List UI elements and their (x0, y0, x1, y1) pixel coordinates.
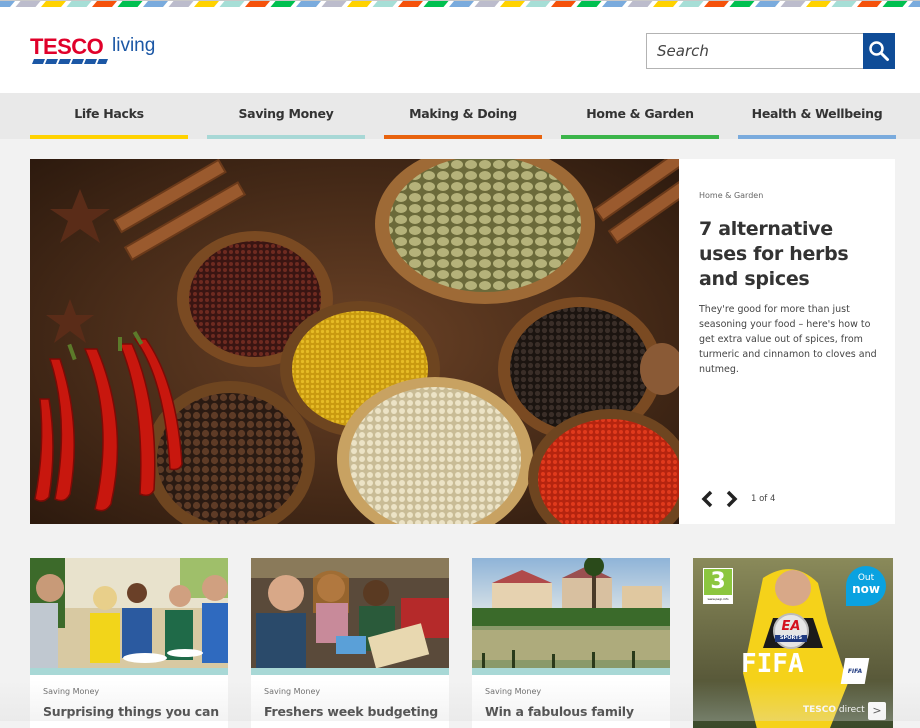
carousel-prev-button[interactable] (699, 489, 715, 509)
hero-carousel: Home & Garden 7 alternative uses for her… (30, 159, 895, 524)
nav-color-bar (561, 135, 719, 139)
decorative-top-stripe (0, 0, 920, 7)
logo-living-text: living (112, 35, 156, 56)
ad-arrow-button[interactable]: > (868, 702, 886, 720)
stripe-pattern (0, 0, 920, 7)
fifa17-title: FIFA17 (741, 650, 835, 678)
article-card[interactable]: Saving Money Surprising things you can (30, 558, 228, 728)
chevron-right-icon: > (872, 704, 882, 717)
nav-color-bar (207, 135, 365, 139)
article-card[interactable]: Saving Money Freshers week budgeting (251, 558, 449, 728)
nav-item-health-wellbeing[interactable]: Health & Wellbeing (738, 93, 896, 139)
hero-description: They're good for more than just seasonin… (699, 304, 877, 375)
seventeen-text: 17 (803, 649, 835, 679)
tesco-text: TESCO (803, 705, 837, 715)
card-image[interactable] (30, 558, 228, 668)
out-now-badge: Out now (846, 566, 886, 606)
nav-color-bar (738, 135, 896, 139)
badge-line2: now (852, 582, 880, 596)
search-icon (869, 41, 889, 61)
carousel-pager: 1 of 4 (751, 494, 776, 504)
tesco-direct-logo: TESCO direct (803, 705, 865, 715)
nav-label: Saving Money (238, 106, 334, 121)
stripe-top-border (0, 0, 920, 1)
fifa-badge-text: FIFA (847, 668, 863, 675)
nav-label: Life Hacks (74, 106, 144, 121)
nav-label: Home & Garden (586, 106, 694, 121)
card-image[interactable] (472, 558, 670, 668)
hero-title[interactable]: 7 alternative uses for herbs and spices (699, 217, 884, 292)
chevron-right-icon (726, 490, 738, 508)
nav-item-saving-money[interactable]: Saving Money (207, 93, 365, 139)
nav-label: Making & Doing (409, 106, 517, 121)
pegi-site: www.pegi.info (704, 595, 732, 603)
hero-category-link[interactable]: Home & Garden (699, 191, 763, 200)
pegi-rating-badge: 3 www.pegi.info (703, 568, 733, 604)
card-category-bar (30, 668, 228, 675)
search-input[interactable] (647, 34, 863, 68)
card-title[interactable]: Freshers week budgeting (264, 704, 438, 719)
friends-cafe-illustration (30, 558, 228, 668)
spices-illustration (30, 159, 679, 524)
card-image[interactable] (251, 558, 449, 668)
article-card[interactable]: Saving Money Win a fabulous family (472, 558, 670, 728)
nav-label: Health & Wellbeing (751, 106, 883, 121)
site-header: TESCO living (0, 7, 920, 93)
card-title[interactable]: Win a fabulous family (485, 704, 634, 719)
pegi-rating-value: 3 (710, 569, 726, 594)
fifa17-advert[interactable]: 3 www.pegi.info Out now EA SPORTS FIFA17… (693, 558, 893, 728)
card-category-bar (251, 668, 449, 675)
ea-text: EA (781, 619, 801, 634)
logo-dashes-icon (32, 59, 108, 64)
hero-image-spices[interactable] (30, 159, 679, 524)
card-category[interactable]: Saving Money (485, 687, 541, 696)
nav-color-bar (384, 135, 542, 139)
card-category[interactable]: Saving Money (264, 687, 320, 696)
ea-sports-logo: EA SPORTS (773, 613, 809, 649)
search-box (646, 33, 895, 69)
nav-color-bar (30, 135, 188, 139)
card-category-bar (472, 668, 670, 675)
carousel-controls: 1 of 4 (699, 489, 775, 509)
category-nav: Life Hacks Saving Money Making & Doing H… (0, 93, 920, 139)
fifa-text: FIFA (741, 649, 804, 679)
fifa-license-badge: FIFA (840, 658, 870, 684)
nav-item-life-hacks[interactable]: Life Hacks (30, 93, 188, 139)
logo-tesco-text: TESCO (30, 34, 104, 59)
card-title[interactable]: Surprising things you can (43, 704, 219, 719)
resort-lake-illustration (472, 558, 670, 668)
carousel-next-button[interactable] (724, 489, 740, 509)
nav-item-home-garden[interactable]: Home & Garden (561, 93, 719, 139)
search-button[interactable] (863, 33, 895, 69)
nav-item-making-doing[interactable]: Making & Doing (384, 93, 542, 139)
hero-text-panel: Home & Garden 7 alternative uses for her… (699, 159, 895, 524)
sports-text: SPORTS (775, 635, 807, 642)
direct-text: direct (838, 705, 865, 715)
students-illustration (251, 558, 449, 668)
card-category[interactable]: Saving Money (43, 687, 99, 696)
chevron-left-icon (701, 490, 713, 508)
